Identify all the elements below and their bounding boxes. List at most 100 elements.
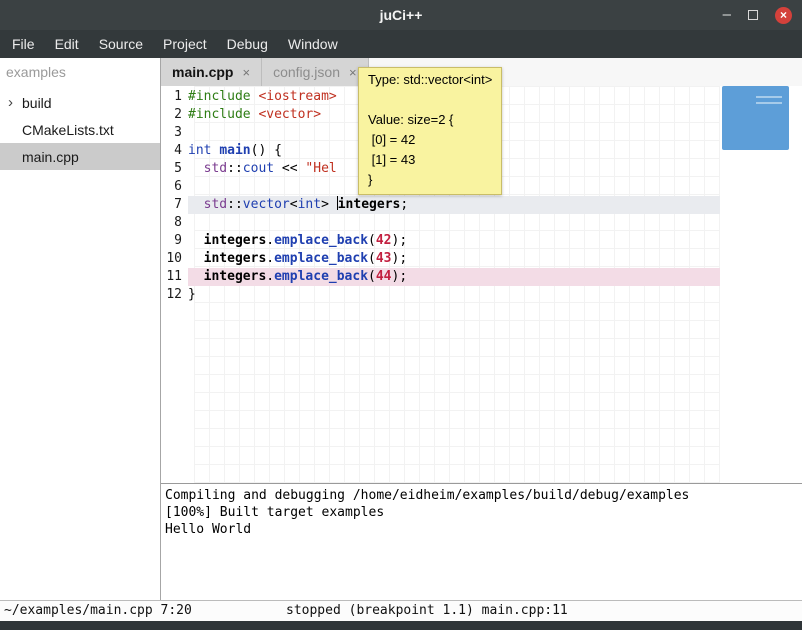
debug-value-tooltip: Type: std::vector<int> Value: size=2 { [… xyxy=(358,67,502,195)
line-number[interactable]: 6 xyxy=(161,178,188,196)
code-segment: :: xyxy=(227,161,243,176)
project-name: examples xyxy=(0,58,160,89)
line-number[interactable]: 1 xyxy=(161,88,188,106)
file-tree: › build CMakeLists.txt main.cpp xyxy=(0,89,160,170)
code-line[interactable]: integers.emplace_back(43); xyxy=(188,250,720,268)
tab-close-icon[interactable]: × xyxy=(242,65,250,80)
code-segment: std xyxy=(204,197,227,212)
code-segment: emplace_back xyxy=(274,251,368,266)
menu-debug[interactable]: Debug xyxy=(217,30,278,58)
line-number[interactable]: 5 xyxy=(161,160,188,178)
terminal-output[interactable]: Compiling and debugging /home/eidheim/ex… xyxy=(161,483,802,600)
tab-label: main.cpp xyxy=(172,64,233,80)
status-bar: ~/examples/main.cpp 7:20 stopped (breakp… xyxy=(0,600,802,621)
code-segment: << xyxy=(274,161,305,176)
code-segment: > xyxy=(321,197,337,212)
code-segment: } xyxy=(188,287,196,302)
menu-window[interactable]: Window xyxy=(278,30,348,58)
line-number[interactable]: 9 xyxy=(161,232,188,250)
file-tree-sidebar: examples › build CMakeLists.txt main.cpp xyxy=(0,58,161,600)
minimize-icon[interactable]: – xyxy=(723,0,731,30)
tooltip-line: [1] = 43 xyxy=(368,150,492,170)
titlebar: juCi++ – × xyxy=(0,0,802,30)
line-number[interactable]: 2 xyxy=(161,106,188,124)
code-segment xyxy=(188,233,204,248)
code-segment: <vector> xyxy=(258,107,321,122)
code-segment: integers xyxy=(204,251,267,266)
line-number[interactable]: 7 xyxy=(161,196,188,214)
tooltip-line: } xyxy=(368,170,492,190)
code-segment: 44 xyxy=(376,269,392,284)
tooltip-line xyxy=(368,90,492,110)
line-number[interactable]: 12 xyxy=(161,286,188,304)
menu-edit[interactable]: Edit xyxy=(45,30,89,58)
line-number[interactable]: 4 xyxy=(161,142,188,160)
code-segment: :: xyxy=(227,197,243,212)
code-segment: "Hel xyxy=(305,161,336,176)
line-number[interactable]: 8 xyxy=(161,214,188,232)
code-segment: int xyxy=(188,143,211,158)
editor-right-rail xyxy=(720,86,802,483)
code-segment: std xyxy=(204,161,227,176)
line-number[interactable]: 3 xyxy=(161,124,188,142)
code-segment: . xyxy=(266,233,274,248)
code-segment: . xyxy=(266,269,274,284)
sidebar-item-cmakelists-txt[interactable]: CMakeLists.txt xyxy=(0,116,160,143)
terminal-line: Hello World xyxy=(165,521,798,538)
tab-config-json[interactable]: config.json × xyxy=(262,58,369,86)
code-segment: int xyxy=(298,197,321,212)
code-line[interactable]: integers.emplace_back(42); xyxy=(188,232,720,250)
tree-item-label: build xyxy=(22,95,52,111)
menu-project[interactable]: Project xyxy=(153,30,217,58)
expander-icon[interactable]: › xyxy=(8,89,13,116)
code-segment: emplace_back xyxy=(274,233,368,248)
tab-label: config.json xyxy=(273,64,340,80)
code-line[interactable]: std::vector<int> integers; xyxy=(188,196,720,214)
overview-line xyxy=(756,102,782,104)
close-icon[interactable]: × xyxy=(775,7,792,24)
code-line[interactable]: } xyxy=(188,286,720,304)
tree-item-label: main.cpp xyxy=(22,149,79,165)
sidebar-item-build[interactable]: › build xyxy=(0,89,160,116)
code-segment: 42 xyxy=(376,233,392,248)
tooltip-line: Type: std::vector<int> xyxy=(368,70,492,90)
overview-line xyxy=(756,96,782,98)
code-segment: ( xyxy=(368,233,376,248)
window-controls: – × xyxy=(723,0,792,30)
code-segment: #include xyxy=(188,89,251,104)
app-window: juCi++ – × FileEditSourceProjectDebugWin… xyxy=(0,0,802,630)
code-segment: integers xyxy=(338,197,401,212)
code-segment: ); xyxy=(392,233,408,248)
scroll-overview-box[interactable] xyxy=(722,86,789,150)
editor-line-7: 7 std::vector<int> integers; xyxy=(161,196,720,214)
code-segment: ( xyxy=(368,269,376,284)
tab-main-cpp[interactable]: main.cpp × xyxy=(161,58,262,86)
tree-item-label: CMakeLists.txt xyxy=(22,122,114,138)
sidebar-item-main-cpp[interactable]: main.cpp xyxy=(0,143,160,170)
code-segment xyxy=(188,269,204,284)
editor-line-12: 12} xyxy=(161,286,720,304)
terminal-line: [100%] Built target examples xyxy=(165,504,798,521)
code-segment: <iostream> xyxy=(258,89,336,104)
code-segment: integers xyxy=(204,269,267,284)
tooltip-line: [0] = 42 xyxy=(368,130,492,150)
menu-file[interactable]: File xyxy=(2,30,45,58)
terminal-line: Compiling and debugging /home/eidheim/ex… xyxy=(165,487,798,504)
code-segment xyxy=(188,161,204,176)
code-segment: cout xyxy=(243,161,274,176)
maximize-icon[interactable] xyxy=(748,10,758,20)
window-title: juCi++ xyxy=(380,7,423,23)
line-number[interactable]: 11 xyxy=(161,268,188,286)
tooltip-line: Value: size=2 { xyxy=(368,110,492,130)
code-segment: integers xyxy=(204,233,267,248)
menu-source[interactable]: Source xyxy=(89,30,153,58)
editor-line-9: 9 integers.emplace_back(42); xyxy=(161,232,720,250)
line-number[interactable]: 10 xyxy=(161,250,188,268)
status-file-position: ~/examples/main.cpp 7:20 xyxy=(4,603,192,618)
bottom-strip xyxy=(0,621,802,630)
status-debug-state: stopped (breakpoint 1.1) main.cpp:11 xyxy=(286,603,568,618)
code-line[interactable] xyxy=(188,214,720,232)
code-line[interactable]: integers.emplace_back(44); xyxy=(188,268,720,286)
code-segment xyxy=(188,197,204,212)
tab-close-icon[interactable]: × xyxy=(349,65,357,80)
